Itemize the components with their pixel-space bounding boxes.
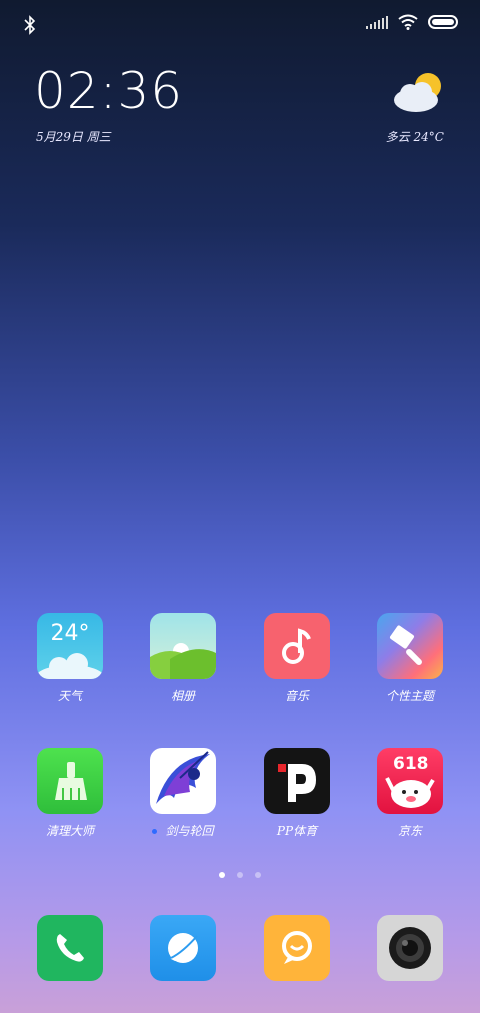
page-dot[interactable] (255, 872, 261, 878)
weather-summary: 多云 24°C (385, 130, 444, 144)
page-dot[interactable] (219, 872, 225, 878)
bluetooth-icon (24, 15, 36, 35)
page-indicator[interactable] (0, 872, 480, 878)
app-label: 个性主题 (385, 689, 434, 703)
battery-icon (428, 15, 458, 29)
app-cleaner[interactable]: 清理大师 (25, 748, 115, 839)
app-jd[interactable]: 618 京东 (365, 748, 455, 839)
partly-cloudy-icon[interactable] (390, 70, 446, 116)
app-label: 剑与轮回 (138, 822, 228, 839)
weather-app-icon: 24° (37, 613, 103, 679)
wifi-icon (398, 14, 418, 30)
jd-tile-text: 618 (393, 754, 429, 774)
signal-bars-icon (366, 15, 388, 29)
status-icons (366, 14, 458, 30)
app-label: PP体育 (276, 824, 318, 838)
app-label-text: 剑与轮回 (165, 824, 214, 838)
app-label: 音乐 (284, 689, 309, 703)
app-game[interactable]: 剑与轮回 (138, 748, 228, 839)
app-gallery[interactable]: 相册 (138, 613, 228, 704)
game-app-icon (150, 748, 216, 814)
gallery-app-icon (150, 613, 216, 679)
messages-icon (168, 933, 198, 963)
pp-sports-app-icon (264, 748, 330, 814)
app-label: 清理大师 (45, 824, 94, 838)
status-bar (0, 0, 480, 50)
phone-icon (56, 934, 84, 962)
dock-phone[interactable] (37, 915, 103, 981)
app-themes[interactable]: 个性主题 (365, 613, 455, 704)
cleaner-app-icon (37, 748, 103, 814)
app-weather[interactable]: 24° 天气 (25, 613, 115, 704)
new-install-dot (152, 829, 158, 834)
jd-app-icon: 618 (377, 748, 443, 814)
themes-app-icon (377, 613, 443, 679)
weather-tile-temp: 24° (50, 621, 90, 646)
clock-date: 5月29日 周三 (36, 130, 111, 144)
dock-browser[interactable] (264, 915, 330, 981)
browser-icon (282, 931, 312, 964)
app-pp-sports[interactable]: PP体育 (252, 748, 342, 839)
app-label: 相册 (170, 689, 195, 703)
app-label: 京东 (397, 824, 422, 838)
music-app-icon (264, 613, 330, 679)
dock-camera[interactable] (377, 915, 443, 981)
app-label: 天气 (57, 689, 82, 703)
page-dot[interactable] (237, 872, 243, 878)
dock-messages[interactable] (150, 915, 216, 981)
clock-time[interactable]: 02:36 (34, 62, 183, 120)
camera-icon (389, 927, 431, 969)
app-music[interactable]: 音乐 (252, 613, 342, 704)
